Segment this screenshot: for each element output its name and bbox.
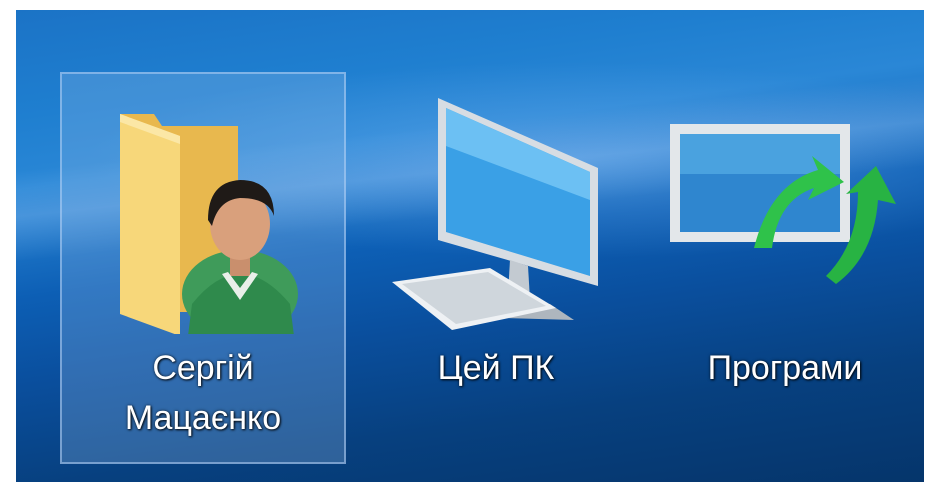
desktop-icon-label: Цей ПК [437,349,555,387]
desktop-icon-label: Програми [707,349,863,387]
computer-icon [392,98,598,330]
desktop-icon-label-line1: Сергій [152,349,254,387]
desktop-icon-user-folder[interactable]: Сергій Мацаєнко [60,72,346,464]
desktop-icon-programs[interactable]: Програми [650,72,920,412]
user-folder-icon [120,114,298,334]
programs-sync-icon [670,124,896,284]
desktop-icon-this-pc[interactable]: Цей ПК [378,72,614,412]
desktop: Сергій Мацаєнко Цей ПК Програми [16,10,924,482]
screenshot-frame: Сергій Мацаєнко Цей ПК Програми [0,0,926,492]
desktop-icon-label-line2: Мацаєнко [124,399,282,437]
